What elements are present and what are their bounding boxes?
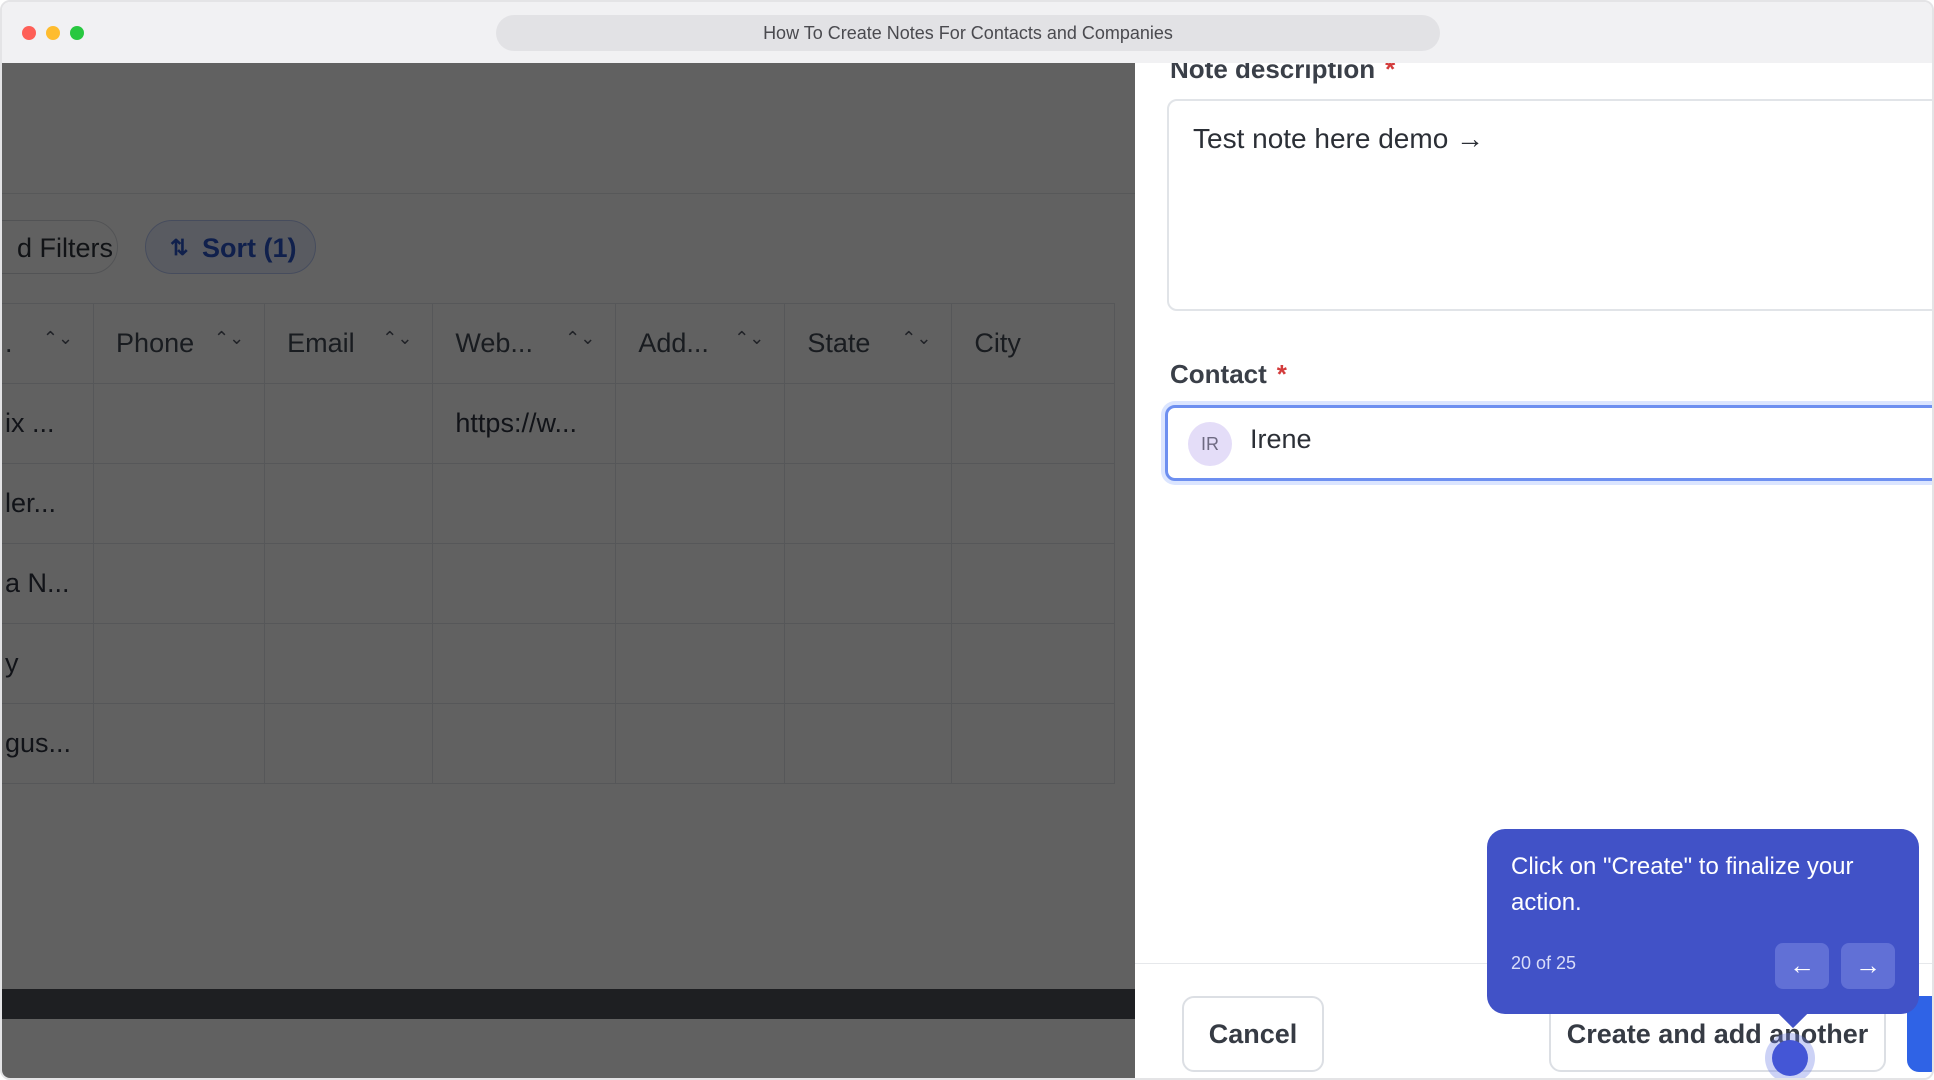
table-cell bbox=[784, 623, 953, 704]
table-cell bbox=[264, 703, 434, 784]
table-cell bbox=[432, 623, 617, 704]
table-row[interactable]: a N... bbox=[2, 543, 1115, 624]
table-cell bbox=[951, 623, 1115, 704]
close-window-button[interactable] bbox=[22, 26, 36, 40]
filters-label: d Filters bbox=[17, 233, 114, 263]
sort-button[interactable]: ⇅ Sort (1) bbox=[145, 220, 316, 274]
note-description-field[interactable]: Test note here demo → bbox=[1167, 99, 1932, 311]
avatar: IR bbox=[1188, 422, 1232, 466]
table-row[interactable]: ix ... https://w... bbox=[2, 383, 1115, 464]
column-header[interactable]: . ⌃⌄ bbox=[2, 303, 95, 384]
table-cell bbox=[93, 623, 266, 704]
column-header-website[interactable]: Web... ⌃⌄ bbox=[432, 303, 617, 384]
contact-label: Contact * bbox=[1170, 359, 1287, 389]
table-cell bbox=[615, 703, 786, 784]
title-bar: How To Create Notes For Contacts and Com… bbox=[2, 2, 1932, 64]
table-cell bbox=[784, 383, 953, 464]
column-header-phone[interactable]: Phone ⌃⌄ bbox=[93, 303, 266, 384]
table-cell bbox=[951, 703, 1115, 784]
header-divider bbox=[2, 193, 1135, 194]
table-cell bbox=[951, 543, 1115, 624]
contact-select[interactable]: IR Irene bbox=[1165, 405, 1932, 481]
sort-chevron-icon[interactable]: ⌃⌄ bbox=[214, 328, 244, 349]
contact-name: Irene bbox=[1250, 424, 1312, 454]
table-cell bbox=[93, 703, 266, 784]
companies-list-view: d Filters ⇅ Sort (1) . ⌃⌄ Phone ⌃⌄ Email ⌃⌄… bbox=[2, 63, 1135, 1078]
required-mark: * bbox=[1385, 63, 1396, 84]
next-step-button[interactable]: → bbox=[1841, 943, 1895, 989]
table-cell bbox=[951, 463, 1115, 544]
table-row[interactable]: gus... bbox=[2, 703, 1115, 784]
window-title: How To Create Notes For Contacts and Com… bbox=[496, 15, 1440, 51]
browser-window: How To Create Notes For Contacts and Com… bbox=[0, 0, 1934, 1080]
column-header-email[interactable]: Email ⌃⌄ bbox=[264, 303, 434, 384]
table-cell: ix ... bbox=[2, 383, 95, 464]
arrow-left-icon: ← bbox=[1789, 950, 1815, 980]
table-cell: https://w... bbox=[432, 383, 617, 464]
maximize-window-button[interactable] bbox=[70, 26, 84, 40]
note-description-text: Test note here demo → bbox=[1193, 123, 1485, 154]
table-cell bbox=[264, 543, 434, 624]
table-cell bbox=[264, 463, 434, 544]
table-cell bbox=[93, 463, 266, 544]
table-cell bbox=[264, 383, 434, 464]
table-cell bbox=[264, 623, 434, 704]
filters-button[interactable]: d Filters bbox=[2, 220, 118, 274]
minimize-window-button[interactable] bbox=[46, 26, 60, 40]
sort-chevron-icon[interactable]: ⌃⌄ bbox=[901, 328, 931, 349]
table-row[interactable]: ler... bbox=[2, 463, 1115, 544]
step-counter: 20 of 25 bbox=[1511, 953, 1577, 973]
table-cell bbox=[432, 463, 617, 544]
sort-chevron-icon[interactable]: ⌃⌄ bbox=[734, 328, 764, 349]
column-header-city[interactable]: City bbox=[951, 303, 1115, 384]
table-cell: ler... bbox=[2, 463, 95, 544]
sort-chevron-icon[interactable]: ⌃⌄ bbox=[43, 328, 73, 349]
previous-step-button[interactable]: ← bbox=[1775, 943, 1829, 989]
sort-label: Sort (1) bbox=[202, 233, 297, 263]
column-header-state[interactable]: State ⌃⌄ bbox=[784, 303, 953, 384]
sort-chevron-icon[interactable]: ⌃⌄ bbox=[565, 328, 595, 349]
table-cell bbox=[432, 703, 617, 784]
table-cell bbox=[784, 703, 953, 784]
table-cell: gus... bbox=[2, 703, 95, 784]
companies-table: . ⌃⌄ Phone ⌃⌄ Email ⌃⌄ Web... ⌃⌄ Add... ⌃⌄ St… bbox=[2, 303, 1115, 784]
sort-chevron-icon[interactable]: ⌃⌄ bbox=[382, 328, 412, 349]
table-cell bbox=[615, 383, 786, 464]
column-header-address[interactable]: Add... ⌃⌄ bbox=[615, 303, 786, 384]
table-cell bbox=[93, 543, 266, 624]
table-cell bbox=[615, 463, 786, 544]
table-cell bbox=[951, 383, 1115, 464]
table-cell: a N... bbox=[2, 543, 95, 624]
table-cell bbox=[784, 463, 953, 544]
note-description-label: Note description * bbox=[1170, 63, 1395, 85]
guide-tooltip: Click on "Create" to finalize your actio… bbox=[1487, 829, 1919, 1029]
table-row[interactable]: y bbox=[2, 623, 1115, 704]
click-indicator bbox=[1772, 1040, 1808, 1076]
cancel-button[interactable]: Cancel bbox=[1182, 996, 1324, 1072]
table-header-row: . ⌃⌄ Phone ⌃⌄ Email ⌃⌄ Web... ⌃⌄ Add... ⌃⌄ St… bbox=[2, 303, 1115, 384]
table-cell bbox=[93, 383, 266, 464]
table-cell bbox=[784, 543, 953, 624]
table-cell bbox=[432, 543, 617, 624]
sort-icon: ⇅ bbox=[170, 235, 189, 260]
table-cell: y bbox=[2, 623, 95, 704]
table-cell bbox=[615, 543, 786, 624]
table-cell bbox=[615, 623, 786, 704]
required-mark: * bbox=[1276, 359, 1287, 389]
horizontal-scrollbar[interactable] bbox=[2, 989, 1135, 1019]
arrow-right-icon: → bbox=[1855, 950, 1881, 980]
tooltip-text: Click on "Create" to finalize your actio… bbox=[1511, 853, 1854, 916]
